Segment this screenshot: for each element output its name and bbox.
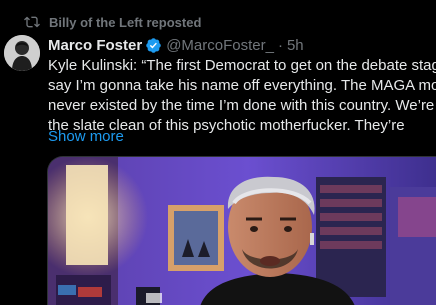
author-handle[interactable]: @MarcoFoster_ <box>166 37 274 54</box>
tweet-text: Kyle Kulinski: “The first Democrat to ge… <box>48 56 436 136</box>
author-name[interactable]: Marco Foster <box>48 37 142 54</box>
post-time[interactable]: 5h <box>287 37 304 54</box>
avatar-image <box>4 35 40 71</box>
repost-indicator[interactable]: Billy of the Left reposted <box>24 14 201 30</box>
avatar[interactable] <box>4 35 40 71</box>
show-more-link[interactable]: Show more <box>48 128 124 145</box>
tweet-text-line: Kyle Kulinski: “The first Democrat to ge… <box>48 57 436 74</box>
post-header: Marco Foster @MarcoFoster_ · 5h <box>48 37 304 54</box>
video-thumbnail[interactable] <box>47 156 436 305</box>
separator-dot: · <box>277 37 283 54</box>
repost-icon <box>24 16 40 28</box>
post[interactable]: Billy of the Left reposted Marco Foster … <box>0 0 436 305</box>
tweet-text-line: never existed by the time I’m done with … <box>48 97 436 114</box>
tweet-text-line: say I’m gonna take his name off everythi… <box>48 77 436 94</box>
video-frame-image <box>48 157 436 305</box>
repost-label: Billy of the Left reposted <box>49 14 202 30</box>
verified-badge-icon[interactable] <box>145 37 162 54</box>
